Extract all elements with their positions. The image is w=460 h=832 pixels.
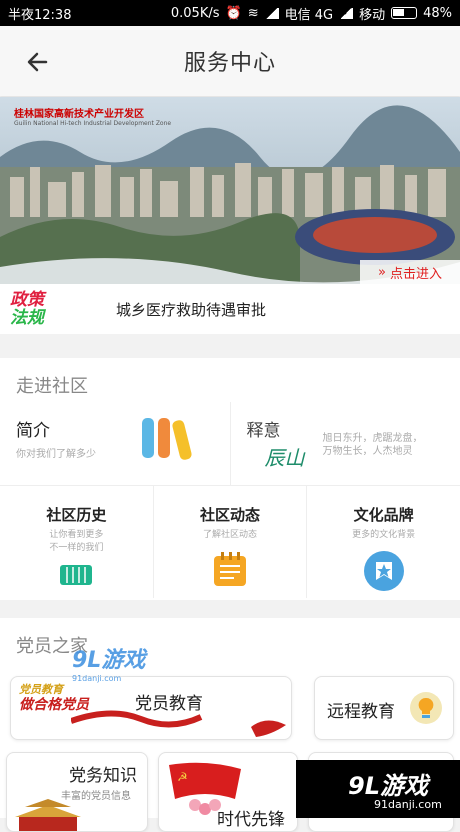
community-section: 走进社区 简介 你对我们了解多少 释意 辰山 旭日东升，虎踞龙盘， 万物生长，人…: [0, 358, 460, 600]
logo-en-text: Guilin National Hi-tech Industrial Devel…: [14, 120, 171, 127]
news-title: 社区动态: [154, 504, 307, 525]
culture-subtitle: 更多的文化背景: [307, 529, 460, 542]
banner-logo: 桂林国家高新技术产业开发区 Guilin National Hi-tech In…: [14, 105, 171, 127]
history-card[interactable]: 社区历史 让你看到更多 不一样的我们: [0, 486, 154, 598]
alarm-icon: ⏰: [226, 6, 242, 21]
watermark-small: 9L游戏 91danji.com: [72, 642, 145, 683]
meaning-card[interactable]: 释意 辰山 旭日东升，虎踞龙盘， 万物生长，人杰地灵: [231, 402, 460, 485]
remote-title: 远程教育: [327, 697, 395, 722]
enter-label: 点击进入: [390, 263, 442, 282]
signal-icon: [265, 8, 279, 19]
policy-badge: 政策 法规: [10, 291, 70, 327]
svg-text:☭: ☭: [177, 770, 188, 784]
enter-button[interactable]: » 点击进入: [360, 260, 460, 284]
history-title: 社区历史: [0, 504, 153, 525]
page-title: 服务中心: [184, 45, 276, 77]
star-badge-icon: [363, 550, 405, 592]
education-art-line1: 党员教育: [19, 683, 89, 696]
education-title: 党员教育: [135, 689, 203, 714]
status-bar: 半夜12:38 0.05K/s ⏰ ≋ 电信 4G 移动 48%: [0, 0, 460, 26]
history-sub1: 让你看到更多: [0, 529, 153, 542]
watermark-small-logo: 9L游戏: [72, 648, 145, 673]
policy-notice[interactable]: 政策 法规 城乡医疗救助待遇审批: [0, 284, 460, 334]
battery-icon: [391, 7, 417, 19]
community-items-row: 社区历史 让你看到更多 不一样的我们 社区动态 了解社区动态 文化品牌 更多的文…: [0, 486, 460, 598]
party-title: 党员之家: [0, 618, 460, 662]
carrier-1: 电信 4G: [285, 4, 333, 23]
books-icon: [140, 414, 200, 462]
party-knowledge-card[interactable]: 党务知识 丰富的党员信息: [6, 752, 148, 832]
knowledge-title: 党务知识: [69, 761, 137, 786]
news-card[interactable]: 社区动态 了解社区动态: [154, 486, 308, 598]
status-time: 半夜12:38: [8, 4, 71, 23]
party-education-card[interactable]: 党员教育 做合格党员 党员教育: [10, 676, 292, 740]
community-title: 走进社区: [0, 358, 460, 402]
lightbulb-icon: [409, 691, 443, 725]
meaning-calligraphy: 辰山: [265, 442, 305, 471]
meaning-desc: 旭日东升，虎踞龙盘， 万物生长，人杰地灵: [323, 432, 423, 458]
badge-line1: 政策: [10, 291, 70, 309]
culture-title: 文化品牌: [307, 504, 460, 525]
wifi-icon: ≋: [248, 6, 259, 21]
meaning-desc-line1: 旭日东升，虎踞龙盘，: [323, 432, 423, 445]
remote-education-card[interactable]: 远程教育: [314, 676, 454, 740]
carrier-2: 移动: [359, 4, 385, 23]
tiananmen-image: [13, 797, 83, 832]
meaning-desc-line2: 万物生长，人杰地灵: [323, 445, 423, 458]
scroll-icon: [58, 561, 94, 589]
battery-level: 48%: [423, 6, 452, 21]
watermark-logo: 9L游戏: [348, 766, 428, 801]
culture-card[interactable]: 文化品牌 更多的文化背景: [307, 486, 460, 598]
history-sub2: 不一样的我们: [0, 542, 153, 555]
watermark-url: 91danji.com: [374, 798, 442, 811]
intro-card[interactable]: 简介 你对我们了解多少: [0, 402, 231, 485]
watermark-small-url: 91danji.com: [72, 674, 145, 683]
notice-text: 城乡医疗救助待遇审批: [116, 299, 266, 320]
back-arrow-icon[interactable]: [22, 44, 58, 80]
history-subtitle: 让你看到更多 不一样的我们: [0, 529, 153, 555]
badge-line2: 法规: [10, 309, 70, 327]
signal-icon-2: [339, 8, 353, 19]
news-subtitle: 了解社区动态: [154, 529, 307, 542]
banner[interactable]: 桂林国家高新技术产业开发区 Guilin National Hi-tech In…: [0, 97, 460, 284]
notepad-icon: [210, 550, 250, 590]
era-pioneer-card[interactable]: ☭ 时代先锋: [158, 752, 298, 832]
intro-row: 简介 你对我们了解多少 释意 辰山 旭日东升，虎踞龙盘， 万物生长，人杰地灵: [0, 402, 460, 486]
logo-cn-text: 桂林国家高新技术产业开发区: [14, 109, 144, 120]
net-speed: 0.05K/s: [171, 6, 220, 21]
app-header: 服务中心: [0, 26, 460, 96]
watermark-box: 9L游戏 91danji.com: [296, 760, 460, 818]
double-chevron-icon: »: [378, 265, 386, 280]
